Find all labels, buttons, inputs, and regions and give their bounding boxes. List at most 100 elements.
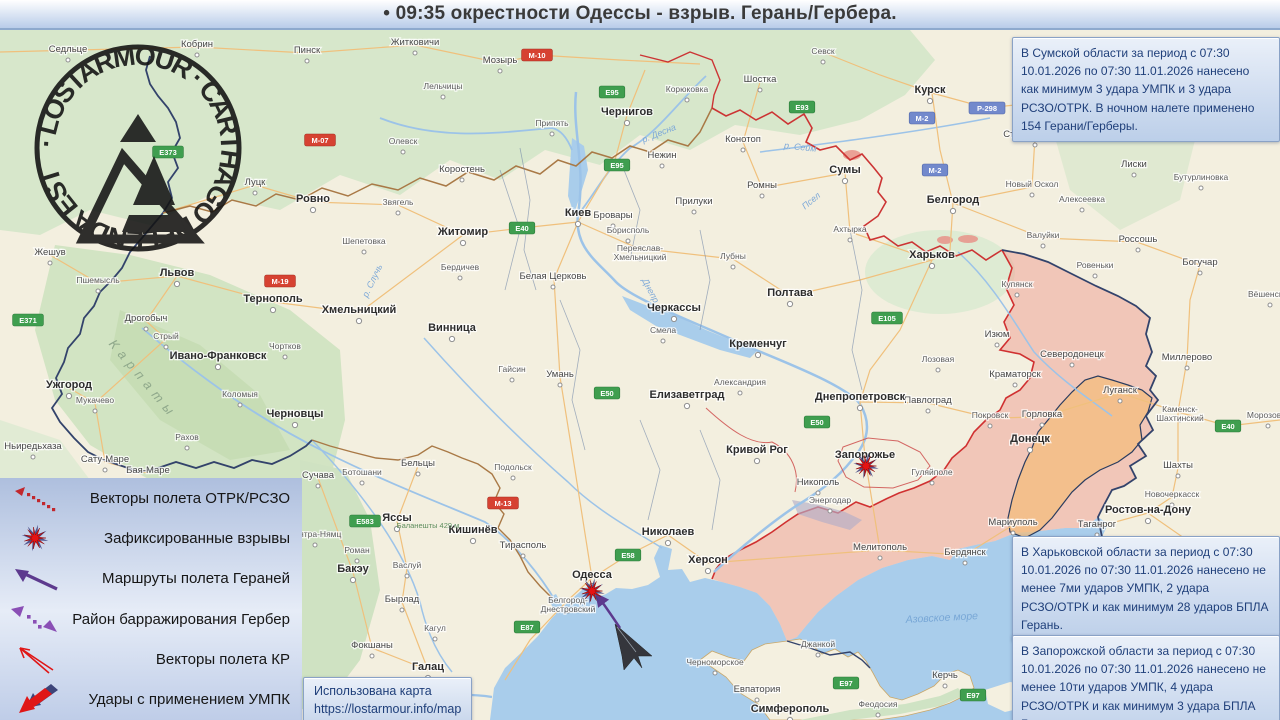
city-label: Кривой Рог	[726, 444, 788, 456]
explosion-marker	[24, 527, 47, 550]
city-dot	[827, 508, 833, 514]
city-dot	[759, 193, 765, 199]
city-dot	[269, 306, 277, 314]
city-dot	[1184, 365, 1190, 371]
city-dot	[815, 652, 821, 658]
city-label: Сумы	[829, 164, 860, 176]
city-label: Бердянск	[944, 547, 986, 558]
city-dot	[962, 560, 968, 566]
city-label: Белгород-Днестровский	[541, 595, 596, 614]
map-attribution[interactable]: Использована карта https://lostarmour.in…	[303, 677, 473, 720]
city-dot	[754, 697, 760, 703]
city-label: Северодонецк	[1040, 349, 1105, 360]
city-dot	[1026, 446, 1034, 454]
city-dot	[659, 163, 665, 169]
city-label: Симферополь	[751, 703, 830, 715]
city-label: Черноморское	[686, 657, 744, 667]
city-dot	[1039, 422, 1045, 428]
road-badge-label: Р-298	[977, 104, 997, 113]
city-label: Ахтырка	[833, 224, 866, 234]
city-label: Ровеньки	[1077, 260, 1114, 270]
city-label: Ромны	[747, 180, 777, 191]
city-dot	[786, 300, 794, 308]
city-label: Луганск	[1103, 385, 1138, 396]
city-dot	[1197, 270, 1203, 276]
city-label: Новочеркасск	[1145, 489, 1200, 499]
city-label: Белгород	[927, 194, 979, 206]
city-label: Бырлад	[385, 594, 420, 605]
city-label: Таганрог	[1078, 519, 1117, 530]
city-label: Миллерово	[1162, 352, 1212, 363]
city-dot	[361, 249, 367, 255]
city-dot	[670, 315, 678, 323]
city-label: Гайсин	[498, 364, 526, 374]
city-label: Чернигов	[601, 106, 653, 118]
road-badge-label: Е50	[810, 418, 823, 427]
city-label: Гуляйполе	[911, 467, 953, 477]
road-badge-label: М-07	[311, 136, 328, 145]
city-label: Житковичи	[391, 37, 440, 48]
city-label: Ботошани	[342, 467, 382, 477]
city-label: Каменск-Шахтинский	[1156, 404, 1204, 423]
city-dot	[1010, 530, 1016, 536]
city-dot	[400, 149, 406, 155]
city-dot	[404, 573, 410, 579]
city-label: Винница	[428, 322, 477, 334]
city-dot	[926, 97, 934, 105]
city-label: Конотоп	[725, 134, 761, 145]
city-dot	[935, 367, 941, 373]
legend-row-geran: Маршруты полета Гераней	[0, 559, 302, 599]
city-label: Донецк	[1010, 433, 1050, 445]
city-dot	[395, 210, 401, 216]
city-dot	[754, 351, 762, 359]
city-label: Бутурлиновка	[1174, 172, 1229, 182]
legend-row-umpk: Удары с применением УМПК	[0, 680, 302, 720]
gerber-loiter-icon	[0, 602, 72, 636]
city-dot	[359, 480, 365, 486]
ticker-banner: • 09:35 окрестности Одессы - взрыв. Гера…	[0, 0, 1280, 30]
info-box-zaporizhzhia: В Запорожской области за период с 07:30 …	[1012, 635, 1280, 720]
city-dot	[92, 408, 98, 414]
city-dot	[730, 264, 736, 270]
city-dot	[457, 275, 463, 281]
city-label: Пинск	[294, 45, 321, 56]
city-label: Коростень	[439, 164, 485, 175]
city-dot	[30, 454, 36, 460]
city-label: Роман	[344, 545, 370, 555]
city-label: Тирасполь	[500, 540, 547, 551]
city-label: Дрогобыч	[125, 313, 168, 324]
legend-row-explosions: Зафиксированные взрывы	[0, 518, 302, 558]
legend-panel: Векторы полета ОТРК/РСЗО Зафиксированные…	[0, 478, 302, 720]
city-label: Энергодар	[809, 495, 851, 505]
road-badge-label: Е583	[356, 517, 374, 526]
city-label: Черновцы	[267, 408, 324, 420]
city-label: Чортков	[269, 341, 301, 351]
city-dot	[574, 220, 582, 228]
road-badge-label: Е40	[515, 224, 528, 233]
city-dot	[925, 408, 931, 414]
city-label: Кременчуг	[729, 338, 787, 350]
city-label: Павлоград	[904, 395, 952, 406]
city-label: Переяслав-Хмельницкий	[614, 243, 667, 262]
city-label: Джанкой	[801, 639, 835, 649]
road-badge-label: Е97	[966, 691, 979, 700]
city-label: Феодосия	[858, 699, 897, 709]
city-label: Ростов-на-Дону	[1105, 504, 1192, 516]
road-badge-label: М-10	[528, 51, 545, 60]
city-label: Белая Церковь	[520, 271, 587, 282]
city-label: Бакэу	[337, 563, 369, 575]
city-label: Подольск	[494, 462, 532, 472]
city-label: Шахты	[1163, 460, 1193, 471]
city-dot	[820, 59, 826, 65]
city-label: Николаев	[642, 526, 695, 538]
city-dot	[737, 390, 743, 396]
city-label: Киев	[565, 207, 592, 219]
city-dot	[432, 636, 438, 642]
legend-label: Удары с применением УМПК	[88, 691, 290, 709]
city-dot	[1012, 382, 1018, 388]
city-label: Звягель	[383, 197, 414, 207]
city-label: Александрия	[714, 377, 766, 387]
city-dot	[704, 567, 712, 575]
city-dot	[1117, 398, 1123, 404]
city-dot	[184, 445, 190, 451]
